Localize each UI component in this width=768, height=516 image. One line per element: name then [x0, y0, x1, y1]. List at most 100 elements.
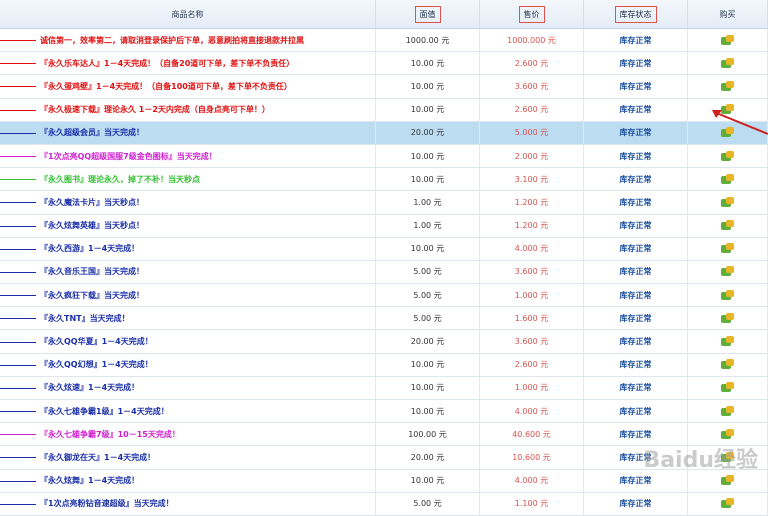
table-row[interactable]: 『1次点亮粉钻音速超级』当天完成！ 5.00 元 1.100 元 库存正常 — [0, 492, 768, 516]
buy-cell[interactable] — [688, 168, 768, 191]
product-name-cell[interactable]: 『永久魔法卡片』当天秒点！ — [0, 191, 376, 214]
product-name-cell[interactable]: 『永久炫舞』1－4天完成！ — [0, 469, 376, 492]
buy-cart-icon[interactable] — [721, 475, 734, 486]
header-price-label[interactable]: 售价 — [518, 5, 545, 23]
header-face[interactable]: 面值 — [376, 0, 480, 28]
product-name-cell[interactable]: 诚信第一，效率第二，请取消登录保护后下单，恶意刷拍将直接退款并拉黑 — [0, 29, 376, 52]
table-row[interactable]: 『永久QQ幻想』1－4天完成！ 10.00 元 2.600 元 库存正常 — [0, 353, 768, 377]
header-face-label[interactable]: 面值 — [414, 5, 441, 23]
product-name[interactable]: 『永久疯狂下载』当天完成！ — [40, 290, 144, 301]
buy-cart-icon[interactable] — [721, 359, 734, 370]
buy-cell[interactable] — [688, 52, 768, 75]
product-name[interactable]: 『1次点亮粉钻音速超级』当天完成！ — [40, 498, 174, 509]
product-name-cell[interactable]: 『永久音乐王国』当天完成！ — [0, 260, 376, 284]
product-name[interactable]: 『永久QQ幻想』1－4天完成！ — [40, 359, 153, 370]
table-row[interactable]: 『永久西游』1－4天完成！ 10.00 元 4.000 元 库存正常 — [0, 237, 768, 261]
buy-cart-icon[interactable] — [721, 312, 734, 324]
product-name-cell[interactable]: 『永久蛋鸡壁』1－4天完成！（自备100道可下单，差下单不负责任） — [0, 75, 376, 98]
buy-cart-icon[interactable] — [721, 289, 734, 301]
header-stock-label[interactable]: 库存状态 — [614, 5, 657, 23]
buy-cell[interactable] — [688, 214, 768, 237]
product-name[interactable]: 『永久音乐王国』当天完成！ — [40, 266, 144, 277]
header-price[interactable]: 售价 — [480, 0, 584, 28]
buy-cell[interactable] — [688, 353, 768, 376]
buy-cell[interactable] — [688, 330, 768, 353]
product-name-cell[interactable]: 『永久QQ幻想』1－4天完成！ — [0, 353, 376, 376]
buy-cart-icon[interactable] — [721, 34, 734, 46]
table-row[interactable]: 『永久七雄争霸1级』1－4天完成！ 10.00 元 4.000 元 库存正常 — [0, 400, 768, 424]
buy-cell[interactable] — [688, 400, 768, 423]
buy-cart-icon[interactable] — [721, 498, 734, 509]
product-name[interactable]: 『永久乐车达人』1－4天完成！（自备20道可下单，差下单不负责任） — [40, 58, 294, 69]
table-row[interactable]: 『永久音乐王国』当天完成！ 5.00 元 3.600 元 库存正常 — [0, 260, 768, 285]
table-row[interactable]: 『永久TNT』当天完成！ 5.00 元 1.600 元 库存正常 — [0, 307, 768, 331]
product-name[interactable]: 『永久七雄争霸1级』1－4天完成！ — [40, 406, 169, 417]
buy-cart-icon[interactable] — [721, 57, 734, 69]
product-name-cell[interactable]: 『永久炫速』1－4天完成！ — [0, 376, 376, 399]
buy-cell[interactable] — [688, 29, 768, 52]
product-name[interactable]: 诚信第一，效率第二，请取消登录保护后下单，恶意刷拍将直接退款并拉黑 — [40, 35, 304, 46]
product-name[interactable]: 『永久TNT』当天完成！ — [40, 313, 130, 324]
product-name[interactable]: 『永久QQ华夏』1－4天完成！ — [40, 336, 153, 347]
buy-cell[interactable] — [688, 237, 768, 260]
buy-cart-icon[interactable] — [721, 173, 734, 185]
buy-cart-icon[interactable] — [721, 150, 734, 162]
table-row[interactable]: 『永久魔法卡片』当天秒点！ 1.00 元 1.200 元 库存正常 — [0, 191, 768, 215]
product-name[interactable]: 『永久魔法卡片』当天秒点！ — [40, 197, 144, 208]
table-row[interactable]: 『永久图书』理论永久，掉了不补！当天秒点 10.00 元 3.100 元 库存正常 — [0, 168, 768, 192]
product-name-cell[interactable]: 『永久TNT』当天完成！ — [0, 307, 376, 330]
table-row[interactable]: 『永久极速下载』理论永久 1－2天内完成（自身点亮可下单！） 10.00 元 2.6… — [0, 98, 768, 122]
product-name[interactable]: 『永久炫速』1－4天完成！ — [40, 382, 139, 393]
product-name-cell[interactable]: 『永久西游』1－4天完成！ — [0, 237, 376, 260]
product-name[interactable]: 『永久蛋鸡壁』1－4天完成！（自备100道可下单，差下单不负责任） — [40, 81, 292, 92]
buy-cart-icon[interactable] — [721, 220, 734, 231]
buy-cell[interactable] — [688, 75, 768, 98]
product-name-cell[interactable]: 『1次点亮QQ超级国服7级金色图标』当天完成！ — [0, 144, 376, 168]
buy-cell[interactable] — [688, 191, 768, 214]
product-name-cell[interactable]: 『永久超级会员』当天完成！ — [0, 121, 376, 144]
product-name-cell[interactable]: 『永久图书』理论永久，掉了不补！当天秒点 — [0, 168, 376, 191]
product-name-cell[interactable]: 『永久七雄争霸7级』10－15天完成！ — [0, 423, 376, 446]
buy-cart-icon[interactable] — [721, 196, 734, 208]
table-row[interactable]: 『1次点亮QQ超级国服7级金色图标』当天完成！ 10.00 元 2.000 元 库存正… — [0, 144, 768, 169]
product-name[interactable]: 『1次点亮QQ超级国服7级金色图标』当天完成！ — [40, 151, 217, 162]
buy-cart-icon[interactable] — [721, 336, 734, 347]
table-row[interactable]: 『永久超级会员』当天完成！ 20.00 元 5.000 元 库存正常 — [0, 121, 768, 145]
table-row[interactable]: 『永久疯狂下载』当天完成！ 5.00 元 1.000 元 库存正常 — [0, 284, 768, 308]
product-name[interactable]: 『永久御龙在天』1－4天完成！ — [40, 452, 155, 463]
table-row[interactable]: 『永久炫速』1－4天完成！ 10.00 元 1.000 元 库存正常 — [0, 376, 768, 400]
buy-cart-icon[interactable] — [721, 266, 734, 277]
buy-cart-icon[interactable] — [721, 428, 734, 440]
buy-cell[interactable] — [688, 307, 768, 330]
table-row[interactable]: 诚信第一，效率第二，请取消登录保护后下单，恶意刷拍将直接退款并拉黑 1000.00… — [0, 29, 768, 53]
product-name[interactable]: 『永久七雄争霸7级』10－15天完成！ — [40, 429, 180, 440]
product-name[interactable]: 『永久炫舞』1－4天完成！ — [40, 475, 139, 486]
product-name-cell[interactable]: 『永久极速下载』理论永久 1－2天内完成（自身点亮可下单！） — [0, 98, 376, 121]
buy-cart-icon[interactable] — [721, 405, 734, 417]
buy-cart-icon[interactable] — [721, 382, 734, 393]
product-name-cell[interactable]: 『永久QQ华夏』1－4天完成！ — [0, 330, 376, 353]
product-name-cell[interactable]: 『1次点亮粉钻音速超级』当天完成！ — [0, 492, 376, 515]
buy-cell[interactable] — [688, 376, 768, 399]
buy-cart-icon[interactable] — [721, 243, 734, 254]
product-name[interactable]: 『永久西游』1－4天完成！ — [40, 243, 139, 254]
buy-cell[interactable] — [688, 144, 768, 168]
buy-cart-icon[interactable] — [721, 80, 734, 92]
buy-cell[interactable] — [688, 260, 768, 284]
product-name[interactable]: 『永久超级会员』当天完成！ — [40, 127, 144, 138]
header-stock[interactable]: 库存状态 — [584, 0, 688, 28]
product-name-cell[interactable]: 『永久疯狂下载』当天完成！ — [0, 284, 376, 307]
product-name-cell[interactable]: 『永久御龙在天』1－4天完成！ — [0, 446, 376, 469]
buy-cell[interactable] — [688, 492, 768, 515]
buy-cell[interactable] — [688, 284, 768, 307]
product-name-cell[interactable]: 『永久七雄争霸1级』1－4天完成！ — [0, 400, 376, 423]
product-name-cell[interactable]: 『永久炫舞英雄』当天秒点！ — [0, 214, 376, 237]
table-row[interactable]: 『永久炫舞英雄』当天秒点！ 1.00 元 1.200 元 库存正常 — [0, 214, 768, 238]
table-row[interactable]: 『永久QQ华夏』1－4天完成！ 20.00 元 3.600 元 库存正常 — [0, 330, 768, 354]
product-name[interactable]: 『永久图书』理论永久，掉了不补！当天秒点 — [40, 174, 200, 185]
table-row[interactable]: 『永久乐车达人』1－4天完成！（自备20道可下单，差下单不负责任） 10.00 元… — [0, 52, 768, 76]
product-name[interactable]: 『永久极速下载』理论永久 1－2天内完成（自身点亮可下单！） — [40, 104, 270, 115]
product-name-cell[interactable]: 『永久乐车达人』1－4天完成！（自备20道可下单，差下单不负责任） — [0, 52, 376, 75]
product-name[interactable]: 『永久炫舞英雄』当天秒点！ — [40, 220, 144, 231]
table-row[interactable]: 『永久蛋鸡壁』1－4天完成！（自备100道可下单，差下单不负责任） 10.00 元… — [0, 75, 768, 99]
